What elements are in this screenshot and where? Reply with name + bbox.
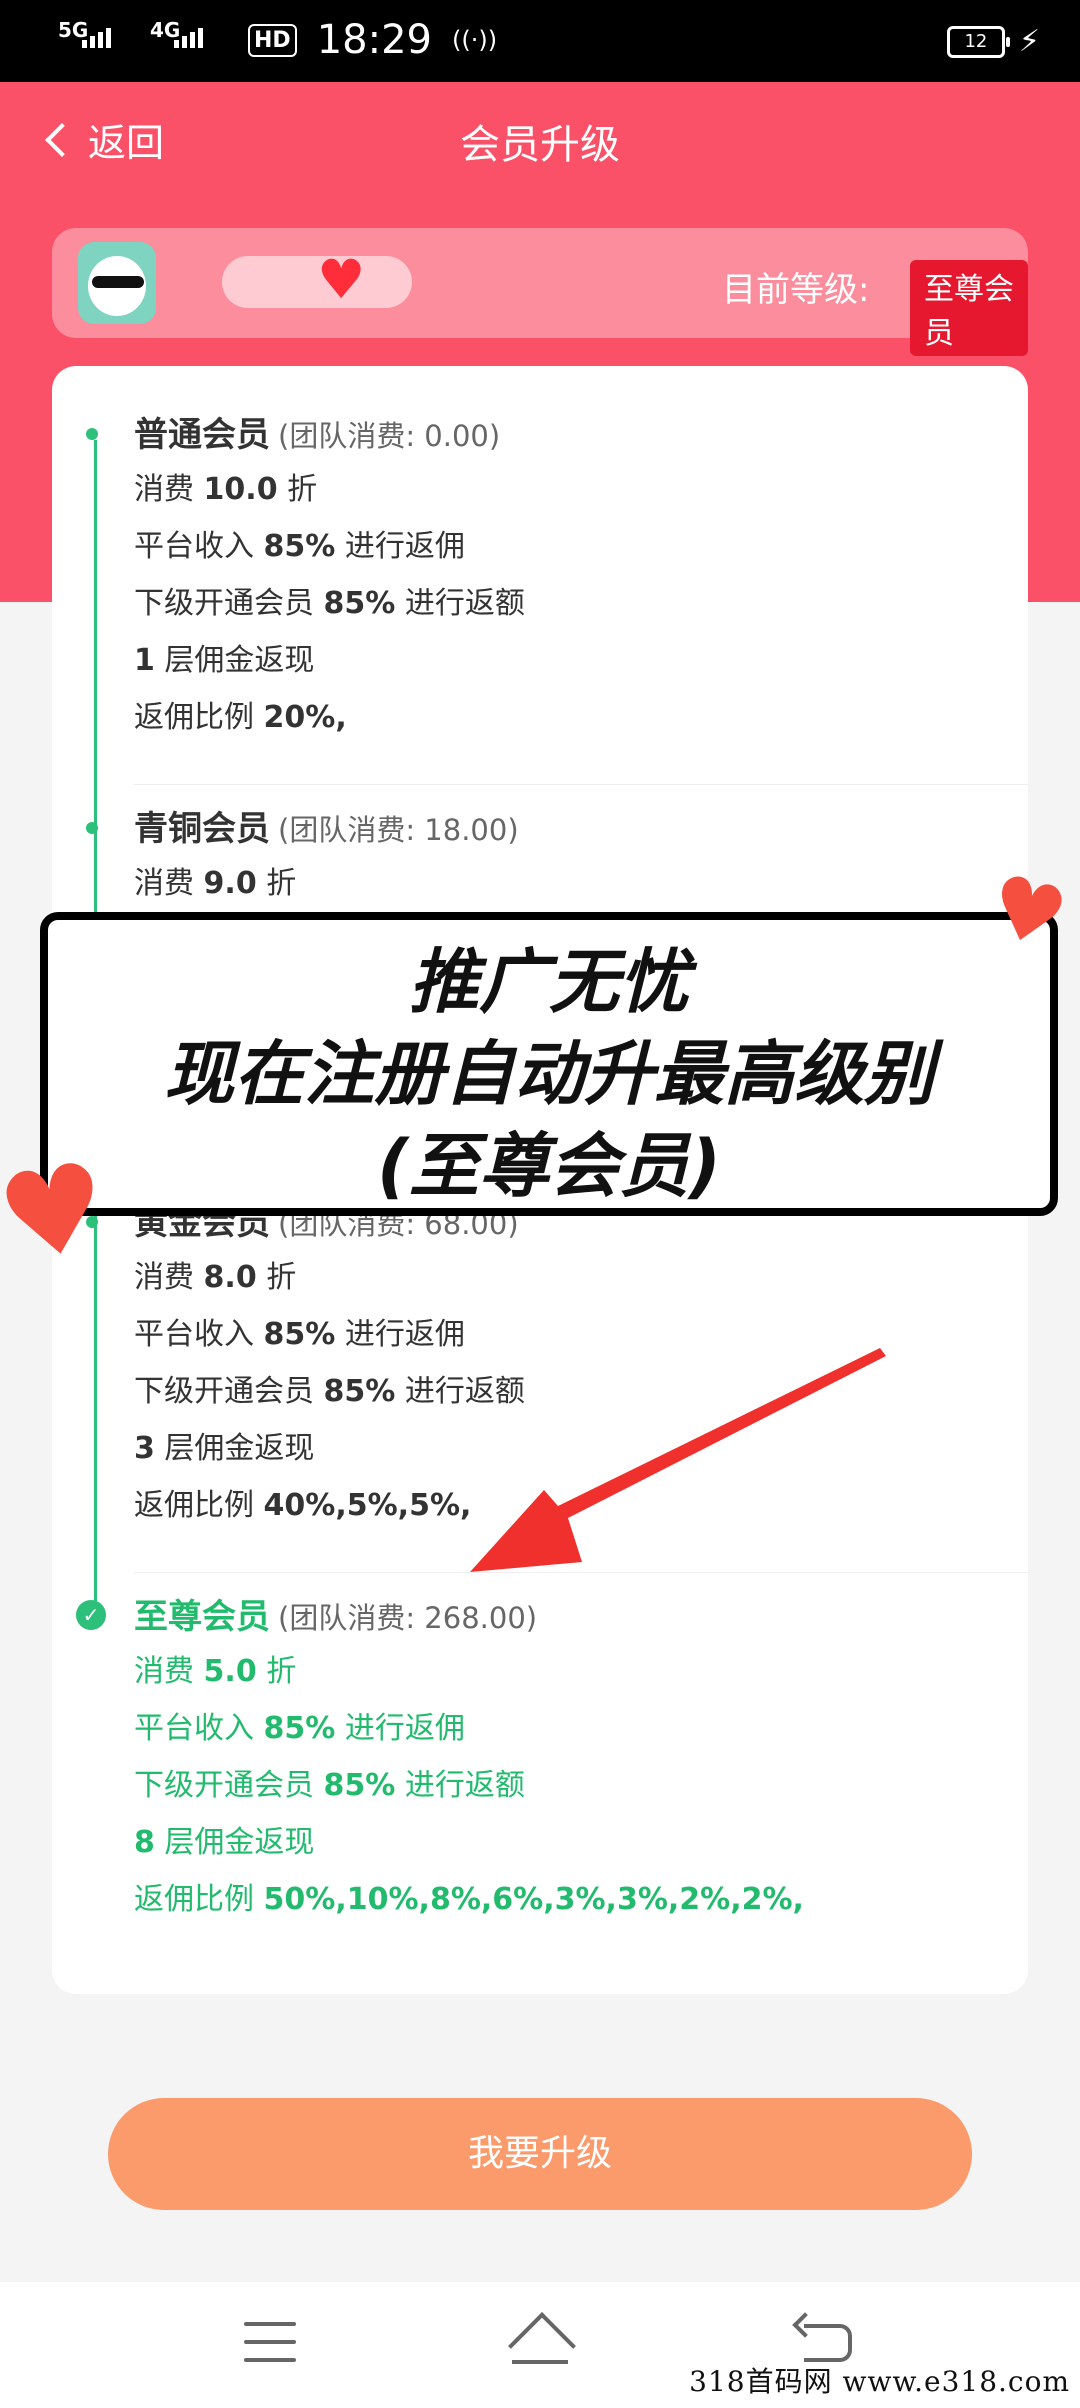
home-icon[interactable] (508, 2312, 572, 2364)
back-nav-icon[interactable] (792, 2312, 852, 2362)
watermark: 318首码网 www.e318.com (689, 2365, 1070, 2398)
arrow-annotation-icon (470, 1348, 886, 1572)
menu-icon[interactable] (244, 2322, 296, 2362)
